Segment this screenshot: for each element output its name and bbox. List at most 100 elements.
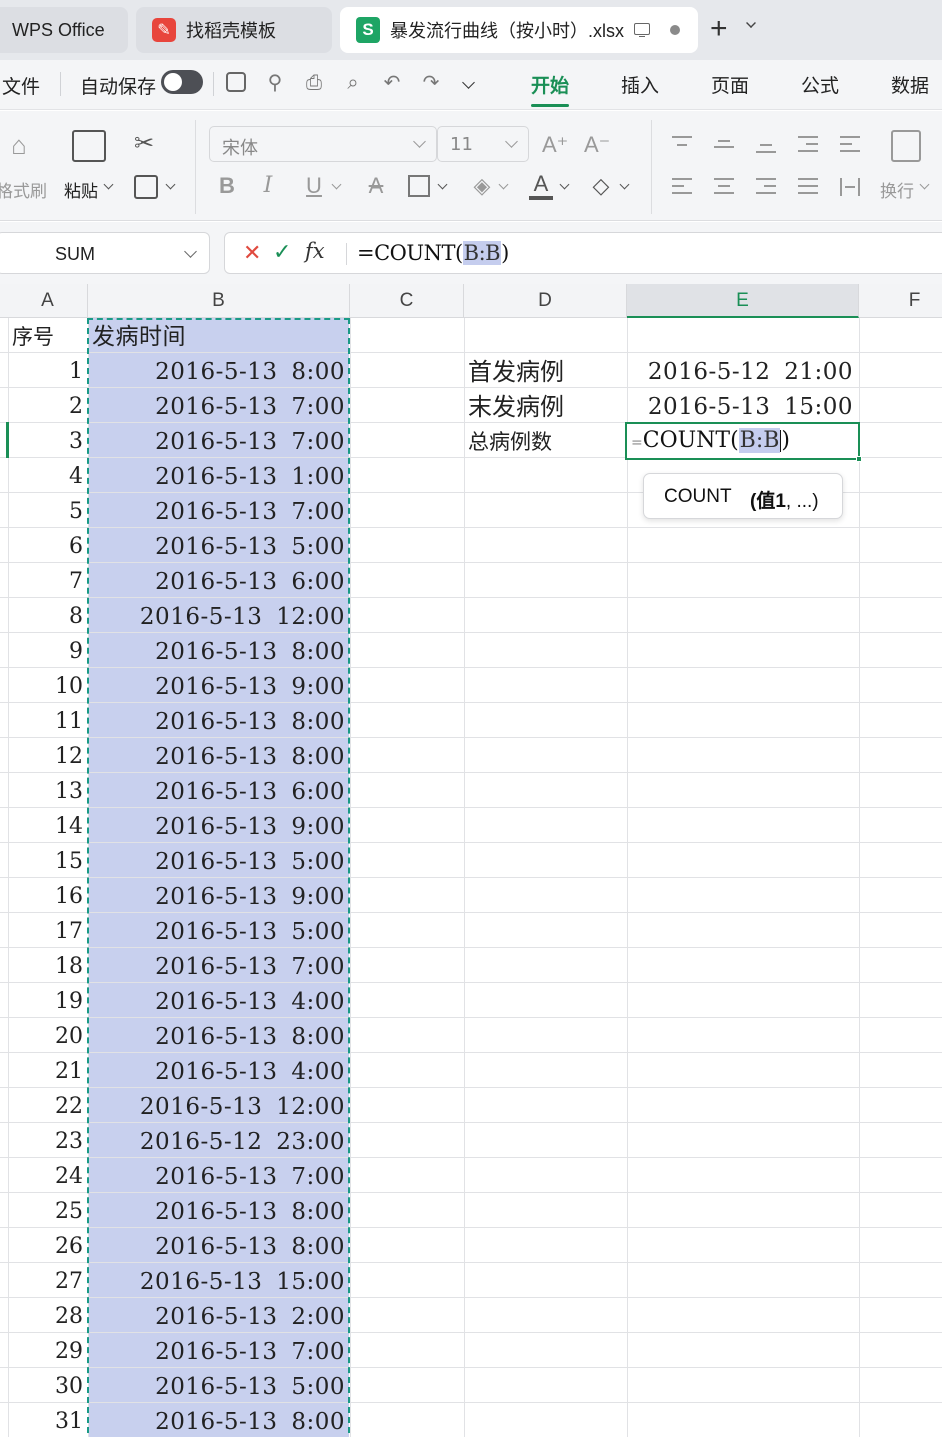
decrease-indent-icon[interactable] (798, 136, 820, 154)
cell-a[interactable]: 15 (8, 843, 86, 878)
italic-button[interactable]: I (257, 174, 279, 198)
cell-a-header[interactable]: 序号 (8, 318, 86, 353)
font-name-select[interactable]: 宋体 (209, 126, 437, 162)
menu-file[interactable]: 文件 (2, 72, 40, 99)
cancel-icon[interactable]: ✕ (243, 240, 261, 266)
name-box[interactable]: SUM (0, 232, 210, 274)
cut-icon[interactable]: ✂ (131, 132, 157, 156)
redo-icon[interactable]: ↷ (420, 72, 442, 94)
monitor-icon[interactable] (634, 23, 650, 37)
cell-d-last-label[interactable]: 末发病例 (468, 388, 564, 423)
cell-a[interactable]: 29 (8, 1333, 86, 1368)
column-header-a[interactable]: A (8, 284, 88, 318)
cell-a[interactable]: 14 (8, 808, 86, 843)
formula-bar[interactable]: ✕ ✓ fx =COUNT(B:B) (224, 232, 942, 274)
tab-templates[interactable]: ✎ 找稻壳模板 (136, 7, 332, 53)
tab-data[interactable]: 数据 (891, 71, 929, 98)
tab-page[interactable]: 页面 (711, 71, 749, 98)
fill-color-icon[interactable]: ◈ (470, 174, 494, 198)
cell-a[interactable]: 26 (8, 1228, 86, 1263)
cell-a[interactable]: 22 (8, 1088, 86, 1123)
cell-a[interactable]: 25 (8, 1193, 86, 1228)
tab-list-chevron-icon[interactable] (746, 18, 756, 28)
cell-a[interactable]: 4 (8, 458, 86, 493)
column-header-f[interactable]: F (859, 284, 942, 318)
cell-a[interactable]: 20 (8, 1018, 86, 1053)
bold-button[interactable]: B (216, 174, 238, 198)
undo-icon[interactable]: ↶ (381, 72, 403, 94)
wrap-text-label[interactable]: 换行 (880, 177, 914, 202)
share-icon[interactable]: ⚲ (264, 72, 286, 94)
cell-e-first-value[interactable]: 2016-5-12 21:00 (627, 353, 859, 388)
cell-a[interactable]: 7 (8, 563, 86, 598)
cell-a[interactable]: 9 (8, 633, 86, 668)
cell-d-first-label[interactable]: 首发病例 (468, 353, 564, 388)
distribute-icon[interactable] (840, 178, 862, 196)
autosave-toggle[interactable] (161, 70, 203, 94)
confirm-icon[interactable]: ✓ (273, 239, 291, 265)
print-preview-icon[interactable]: ⌕ (342, 72, 364, 94)
increase-font-icon[interactable]: A⁺ (542, 133, 568, 157)
tab-formula[interactable]: 公式 (801, 71, 839, 98)
cell-a[interactable]: 3 (8, 423, 86, 458)
fill-handle[interactable] (856, 456, 862, 462)
font-color-icon[interactable]: A (529, 172, 553, 200)
paste-label[interactable]: 粘贴 (64, 177, 98, 202)
cell-a[interactable]: 28 (8, 1298, 86, 1333)
tab-home[interactable]: 开始 (531, 71, 569, 98)
copy-icon[interactable] (134, 175, 158, 199)
tab-insert[interactable]: 插入 (621, 71, 659, 98)
decrease-font-icon[interactable]: A⁻ (584, 133, 610, 157)
align-bottom-icon[interactable] (756, 136, 778, 154)
chevron-down-icon[interactable] (184, 245, 197, 258)
new-tab-button[interactable]: + (710, 12, 728, 46)
cell-a[interactable]: 8 (8, 598, 86, 633)
cell-a[interactable]: 1 (8, 353, 86, 388)
column-header-c[interactable]: C (350, 284, 464, 318)
spreadsheet-grid[interactable]: A B C D E F 序号 发病时间 1 2016-5-13 8:00 首发病例 2… (0, 284, 942, 1437)
align-middle-icon[interactable] (714, 136, 736, 154)
tab-wps-office[interactable]: WPS Office (0, 7, 128, 53)
quick-access-more-icon[interactable] (462, 76, 475, 89)
cell-a[interactable]: 18 (8, 948, 86, 983)
cell-a[interactable]: 30 (8, 1368, 86, 1403)
cell-a[interactable]: 12 (8, 738, 86, 773)
function-tooltip[interactable]: COUNT (值1, ...) (643, 473, 843, 519)
font-size-select[interactable]: 11 (437, 126, 529, 162)
borders-icon[interactable] (408, 175, 430, 197)
format-painter-label[interactable]: 格式刷 (0, 177, 47, 202)
unsaved-dot-icon[interactable] (670, 25, 680, 35)
cell-a[interactable]: 23 (8, 1123, 86, 1158)
wrap-text-icon[interactable] (891, 130, 921, 162)
cell-a[interactable]: 19 (8, 983, 86, 1018)
cell-a[interactable]: 21 (8, 1053, 86, 1088)
align-right-icon[interactable] (756, 178, 778, 196)
justify-icon[interactable] (798, 178, 820, 196)
align-top-icon[interactable] (672, 136, 694, 154)
cell-a[interactable]: 13 (8, 773, 86, 808)
underline-button[interactable]: U (303, 174, 325, 198)
cell-a[interactable]: 2 (8, 388, 86, 423)
cell-a[interactable]: 24 (8, 1158, 86, 1193)
cell-a[interactable]: 17 (8, 913, 86, 948)
active-cell-e3[interactable]: =COUNT(B:B) (625, 422, 862, 462)
tab-document[interactable]: S 暴发流行曲线（按小时）.xlsx (340, 7, 698, 53)
cell-edit-text[interactable]: =COUNT(B:B) (631, 428, 790, 453)
cell-a[interactable]: 16 (8, 878, 86, 913)
cell-a[interactable]: 5 (8, 493, 86, 528)
clear-format-icon[interactable]: ◇ (589, 174, 613, 198)
strikethrough-icon[interactable]: A (364, 174, 388, 198)
format-painter-icon[interactable]: ⌂ (4, 132, 34, 158)
align-left-icon[interactable] (672, 178, 694, 196)
formula-input[interactable]: =COUNT(B:B) (357, 241, 509, 265)
paste-icon[interactable] (72, 130, 106, 162)
cell-e-last-value[interactable]: 2016-5-13 15:00 (627, 388, 859, 423)
save-icon[interactable] (226, 72, 246, 92)
align-center-icon[interactable] (714, 178, 736, 196)
cell-a[interactable]: 31 (8, 1403, 86, 1437)
column-header-b[interactable]: B (88, 284, 350, 318)
increase-indent-icon[interactable] (840, 136, 862, 154)
cell-d-total-label[interactable]: 总病例数 (468, 423, 552, 458)
cell-a[interactable]: 6 (8, 528, 86, 563)
cell-a[interactable]: 27 (8, 1263, 86, 1298)
